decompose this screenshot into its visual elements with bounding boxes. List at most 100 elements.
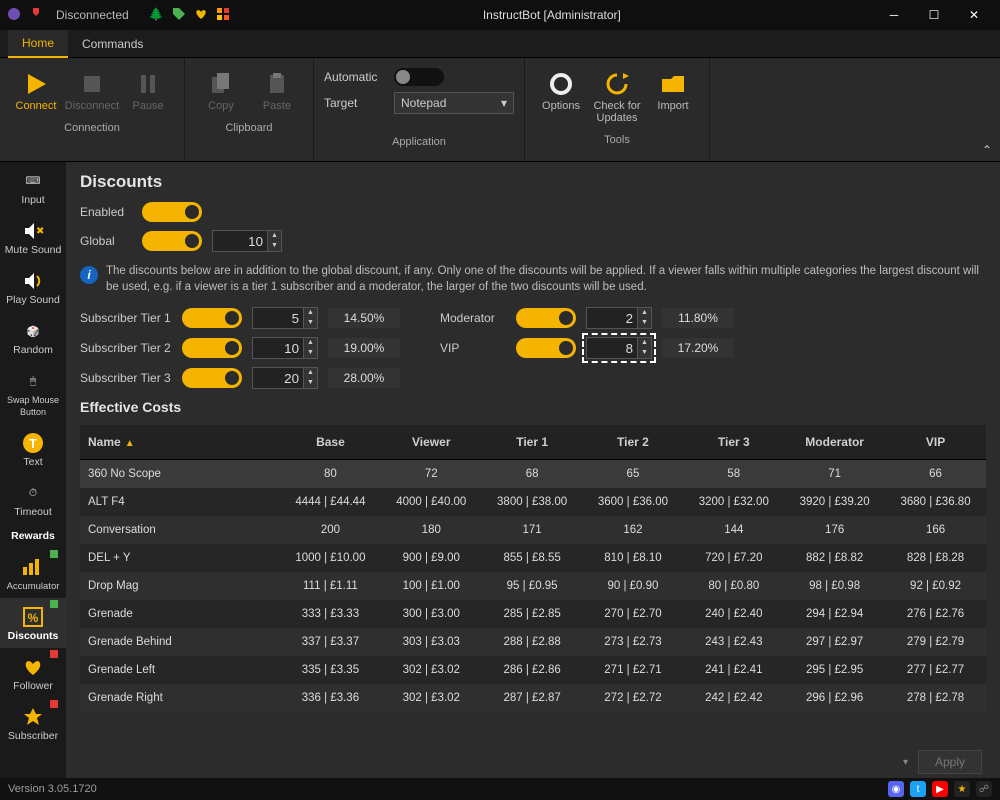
global-toggle[interactable]: [142, 231, 202, 251]
target-select[interactable]: Notepad ▾: [394, 92, 514, 114]
global-value-input[interactable]: [212, 230, 268, 252]
tier2-toggle[interactable]: [182, 338, 242, 358]
tab-home[interactable]: Home: [8, 30, 68, 58]
table-row[interactable]: Grenade333 | £3.33300 | £3.00285 | £2.85…: [80, 600, 986, 628]
clipboard-group-label: Clipboard: [195, 120, 303, 138]
tier1-input[interactable]: [252, 307, 304, 329]
youtube-icon[interactable]: ▶: [932, 781, 948, 797]
table-row[interactable]: Conversation200180171162144176166: [80, 516, 986, 544]
table-row[interactable]: DEL + Y1000 | £10.00900 | £9.00855 | £8.…: [80, 544, 986, 572]
table-row[interactable]: Grenade Behind337 | £3.37303 | £3.03288 …: [80, 628, 986, 656]
twitter-icon[interactable]: t: [910, 781, 926, 797]
star-status-icon[interactable]: ★: [954, 781, 970, 797]
cell-name: Drop Mag: [80, 572, 280, 600]
sidebar-item-mute-sound[interactable]: ✖Mute Sound: [0, 212, 66, 262]
robot-status-icon[interactable]: ☍: [976, 781, 992, 797]
heart-icon[interactable]: [194, 7, 208, 24]
sidebar-item-discounts[interactable]: %Discounts: [0, 598, 66, 648]
pause-label: Pause: [132, 100, 163, 112]
cell-value: 302 | £3.02: [381, 656, 482, 684]
moderator-toggle[interactable]: [516, 308, 576, 328]
sidebar-item-text[interactable]: TText: [0, 424, 66, 474]
paste-button[interactable]: Paste: [251, 64, 303, 116]
ribbon-collapse-icon[interactable]: ⌃: [982, 143, 992, 157]
options-label: Options: [542, 100, 580, 112]
apply-button[interactable]: Apply: [918, 750, 982, 774]
cell-value: 72: [381, 460, 482, 489]
col-moderator[interactable]: Moderator: [784, 425, 885, 460]
sidebar-item-follower[interactable]: Follower: [0, 648, 66, 698]
cell-name: Grenade Behind: [80, 628, 280, 656]
tree-icon[interactable]: 🌲: [149, 7, 164, 24]
cell-value: 144: [683, 516, 784, 544]
maximize-button[interactable]: ☐: [914, 0, 954, 30]
sidebar-item-subscriber[interactable]: Subscriber: [0, 698, 66, 748]
cell-value: 3920 | £39.20: [784, 488, 885, 516]
enabled-toggle[interactable]: [142, 202, 202, 222]
tab-commands[interactable]: Commands: [68, 31, 157, 57]
table-row[interactable]: ALT F44444 | £44.444000 | £40.003800 | £…: [80, 488, 986, 516]
sidebar-item-random[interactable]: 🎲Random: [0, 312, 66, 362]
vip-input[interactable]: [586, 337, 638, 359]
close-button[interactable]: ✕: [954, 0, 994, 30]
tier3-input[interactable]: [252, 367, 304, 389]
cell-value: 300 | £3.00: [381, 600, 482, 628]
cell-value: 200: [280, 516, 381, 544]
sidebar-item-input[interactable]: ⌨Input: [0, 162, 66, 212]
tier3-toggle[interactable]: [182, 368, 242, 388]
copy-button[interactable]: Copy: [195, 64, 247, 116]
global-value-stepper[interactable]: ▲▼: [212, 230, 282, 252]
minimize-button[interactable]: ─: [874, 0, 914, 30]
cell-value: 3200 | £32.00: [683, 488, 784, 516]
cell-value: 271 | £2.71: [583, 656, 684, 684]
sidebar-item-play-sound[interactable]: Play Sound: [0, 262, 66, 312]
scroll-down-icon[interactable]: ▾: [903, 757, 908, 768]
col-viewer[interactable]: Viewer: [381, 425, 482, 460]
check-updates-button[interactable]: Check for Updates: [591, 64, 643, 128]
col-tier1[interactable]: Tier 1: [482, 425, 583, 460]
sidebar-item-rewards[interactable]: Rewards: [0, 524, 66, 548]
sidebar-item-accumulator[interactable]: Accumulator: [0, 548, 66, 598]
connection-status: Disconnected: [56, 8, 129, 22]
cell-value: 828 | £8.28: [885, 544, 986, 572]
moderator-pct: 11.80%: [662, 308, 734, 328]
grid-icon[interactable]: [216, 7, 230, 24]
sidebar-item-swap-mouse[interactable]: 🖱Swap Mouse Button: [0, 362, 66, 424]
table-row[interactable]: 360 No Scope80726865587166: [80, 460, 986, 489]
spin-down-icon[interactable]: ▼: [268, 241, 281, 251]
cell-value: 66: [885, 460, 986, 489]
disconnect-button[interactable]: Disconnect: [66, 64, 118, 116]
tier2-label: Subscriber Tier 2: [80, 341, 172, 355]
connect-button[interactable]: Connect: [10, 64, 62, 116]
sidebar-label: Discounts: [8, 630, 59, 642]
sidebar-label: Timeout: [14, 506, 52, 518]
title-bar: Disconnected 🌲 InstructBot [Administrato…: [0, 0, 1000, 30]
col-vip[interactable]: VIP: [885, 425, 986, 460]
discord-icon[interactable]: ◉: [888, 781, 904, 797]
effective-costs-title: Effective Costs: [80, 399, 986, 415]
cell-value: 287 | £2.87: [482, 684, 583, 712]
col-tier2[interactable]: Tier 2: [583, 425, 684, 460]
col-base[interactable]: Base: [280, 425, 381, 460]
col-tier3[interactable]: Tier 3: [683, 425, 784, 460]
cell-value: 270 | £2.70: [583, 600, 684, 628]
table-row[interactable]: Grenade Left335 | £3.35302 | £3.02286 | …: [80, 656, 986, 684]
table-row[interactable]: Drop Mag111 | £1.11100 | £1.0095 | £0.95…: [80, 572, 986, 600]
vip-toggle[interactable]: [516, 338, 576, 358]
connection-group-label: Connection: [10, 120, 174, 138]
table-row[interactable]: Grenade Right336 | £3.36302 | £3.02287 |…: [80, 684, 986, 712]
moderator-input[interactable]: [586, 307, 638, 329]
cell-value: 303 | £3.03: [381, 628, 482, 656]
options-button[interactable]: Options: [535, 64, 587, 128]
sidebar-item-timeout[interactable]: ⏱Timeout: [0, 474, 66, 524]
automatic-toggle[interactable]: [394, 68, 444, 86]
tier2-input[interactable]: [252, 337, 304, 359]
spin-up-icon[interactable]: ▲: [268, 231, 281, 241]
pause-button[interactable]: Pause: [122, 64, 174, 116]
cell-value: 162: [583, 516, 684, 544]
tier1-toggle[interactable]: [182, 308, 242, 328]
import-button[interactable]: Import: [647, 64, 699, 128]
version-text: Version 3.05.1720: [8, 783, 97, 795]
col-name[interactable]: Name▲: [80, 425, 280, 460]
tag-icon[interactable]: [172, 7, 186, 24]
